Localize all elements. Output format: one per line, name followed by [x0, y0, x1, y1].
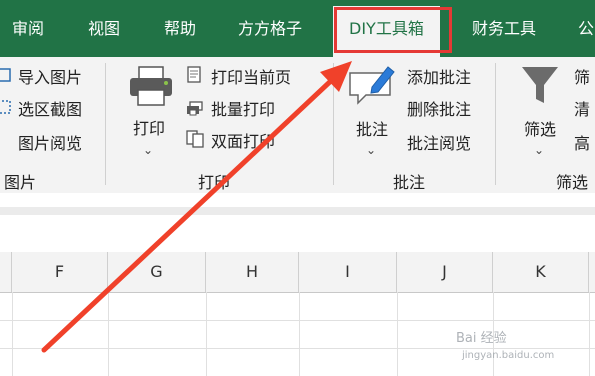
column-header-j[interactable]: J — [397, 252, 493, 292]
print-current-page-button[interactable]: 打印当前页 — [211, 64, 291, 88]
import-picture-button[interactable]: 导入图片 — [18, 64, 82, 88]
column-header-row: F G H I J K — [0, 252, 595, 293]
duplex-print-icon — [186, 130, 204, 148]
tab-fangfang-gezi[interactable]: 方方格子 — [238, 0, 302, 57]
column-header-partial[interactable] — [0, 252, 12, 292]
grid-line — [299, 292, 300, 376]
select-screenshot-button[interactable]: 选区截图 — [18, 96, 82, 120]
group-separator — [495, 63, 496, 185]
grid-line — [108, 292, 109, 376]
filter-label: 筛选 — [524, 120, 557, 139]
formula-bar-strip — [0, 207, 595, 215]
watermark-url: jingyan.baidu.com — [462, 350, 555, 361]
tab-finance-tools[interactable]: 财务工具 — [472, 0, 536, 57]
print-big-button[interactable]: 打印 ⌄ — [124, 65, 180, 161]
filter-group-label: 筛选 — [556, 173, 589, 192]
delete-comment-button[interactable]: 删除批注 — [407, 96, 471, 120]
column-header-g[interactable]: G — [108, 252, 206, 292]
comment-view-button[interactable]: 批注阅览 — [407, 130, 471, 154]
tab-review[interactable]: 审阅 — [12, 0, 44, 57]
batch-print-icon — [187, 101, 203, 116]
picture-group-label: 图片 — [4, 173, 37, 192]
filter-big-button[interactable]: 筛选 ⌄ — [518, 61, 568, 161]
comment-chevron-down-icon: ⌄ — [366, 143, 377, 157]
tab-gong[interactable]: 公 — [578, 0, 594, 57]
add-comment-button[interactable]: 添加批注 — [407, 64, 471, 88]
comment-group-label: 批注 — [393, 173, 426, 192]
print-label: 打印 — [133, 119, 166, 138]
column-header-k[interactable]: K — [493, 252, 589, 292]
grid-line — [0, 320, 595, 321]
funnel-icon — [522, 67, 558, 103]
comment-label: 批注 — [356, 120, 389, 139]
filter-item-3[interactable]: 高 — [574, 130, 590, 154]
filter-item-2[interactable]: 清 — [574, 96, 590, 120]
group-separator — [105, 63, 106, 185]
import-picture-icon — [0, 68, 11, 82]
filter-item-1[interactable]: 筛 — [574, 64, 590, 88]
print-current-page-icon — [187, 66, 201, 83]
print-group-label: 打印 — [198, 173, 231, 192]
comment-big-button[interactable]: 批注 ⌄ — [346, 61, 400, 161]
column-header-f[interactable]: F — [12, 252, 108, 292]
column-header-i[interactable]: I — [299, 252, 397, 292]
filter-chevron-down-icon: ⌄ — [534, 143, 545, 157]
ribbon-tab-bar: 审阅 视图 帮助 方方格子 DIY工具箱 财务工具 公 — [0, 0, 595, 57]
column-header-h[interactable]: H — [206, 252, 299, 292]
duplex-print-button[interactable]: 双面打印 — [211, 128, 275, 152]
pencil-comment-icon — [349, 66, 395, 105]
group-separator — [333, 63, 334, 185]
tab-view[interactable]: 视图 — [88, 0, 120, 57]
grid-line — [12, 292, 13, 376]
grid-line — [0, 348, 595, 349]
tab-diy-toolbox[interactable]: DIY工具箱 — [333, 6, 440, 57]
printer-icon — [130, 66, 172, 106]
formula-bar-area — [0, 193, 595, 253]
ribbon-panel: 导入图片 选区截图 图片阅览 图片 打印 ⌄ 打印当前页 批量打印 双面打印 打… — [0, 57, 595, 194]
grid-line — [206, 292, 207, 376]
watermark-logo: Bai 经验 — [456, 331, 507, 346]
picture-view-button[interactable]: 图片阅览 — [18, 130, 82, 154]
select-screenshot-icon — [0, 100, 11, 114]
tab-help[interactable]: 帮助 — [164, 0, 196, 57]
batch-print-button[interactable]: 批量打印 — [211, 96, 275, 120]
grid-line — [397, 292, 398, 376]
grid-line — [589, 292, 590, 376]
print-chevron-down-icon: ⌄ — [143, 143, 154, 157]
